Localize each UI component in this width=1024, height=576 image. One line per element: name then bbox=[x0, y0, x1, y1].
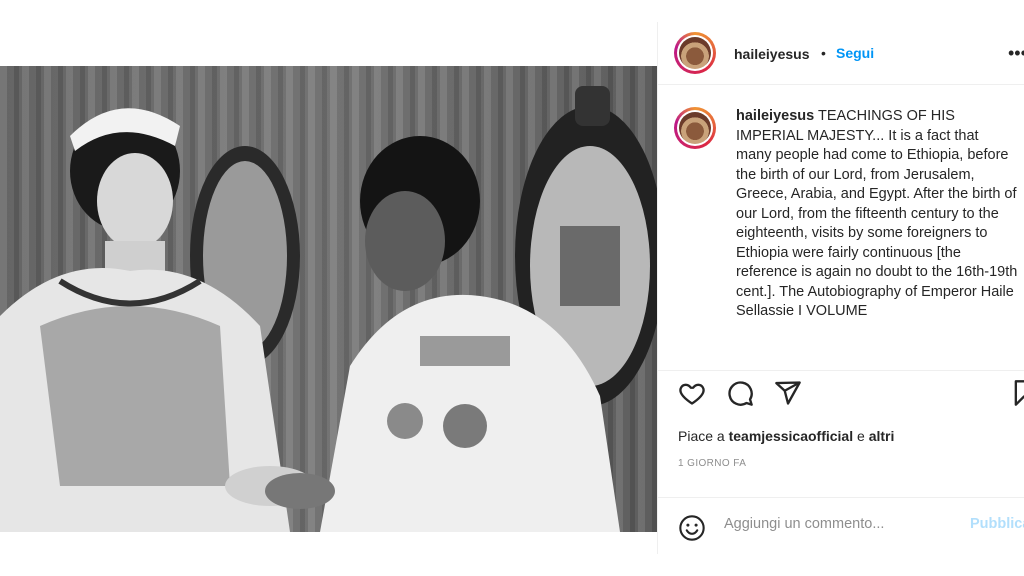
likes-others-link[interactable]: altri bbox=[869, 428, 895, 444]
likes-joiner: e bbox=[857, 428, 865, 444]
comment-icon[interactable] bbox=[726, 379, 754, 412]
post-sidebar: haileiyesus • Segui ••• haileiyesus TEAC… bbox=[657, 22, 1024, 554]
caption-username[interactable]: haileiyesus bbox=[736, 108, 814, 124]
caption: haileiyesus TEACHINGS OF HIS IMPERIAL MA… bbox=[736, 107, 1018, 322]
likes-user-link[interactable]: teamjessicaofficial bbox=[729, 428, 854, 444]
share-icon[interactable] bbox=[774, 379, 802, 412]
follow-button[interactable]: Segui bbox=[836, 45, 874, 61]
emoji-icon[interactable] bbox=[678, 514, 706, 547]
caption-area: haileiyesus TEACHINGS OF HIS IMPERIAL MA… bbox=[658, 85, 1024, 370]
likes-prefix: Piace a bbox=[678, 428, 725, 444]
comment-row: Pubblica bbox=[658, 497, 1024, 555]
publish-button[interactable]: Pubblica bbox=[970, 516, 1024, 532]
post-photo[interactable] bbox=[0, 66, 657, 532]
post-header: haileiyesus • Segui ••• bbox=[658, 22, 1024, 85]
more-icon[interactable]: ••• bbox=[1008, 44, 1024, 62]
caption-text: TEACHINGS OF HIS IMPERIAL MAJESTY... It … bbox=[736, 108, 1018, 319]
post-media bbox=[0, 22, 657, 554]
comment-input[interactable] bbox=[724, 516, 954, 532]
post-container: haileiyesus • Segui ••• haileiyesus TEAC… bbox=[0, 22, 1024, 554]
likes-line: Piace a teamjessicaofficial e altri bbox=[678, 428, 894, 444]
heart-icon[interactable] bbox=[678, 379, 706, 412]
bookmark-icon[interactable] bbox=[1010, 379, 1024, 412]
caption-avatar[interactable] bbox=[674, 107, 716, 149]
post-timestamp[interactable]: 1 GIORNO FA bbox=[678, 458, 746, 469]
avatar[interactable] bbox=[674, 32, 716, 74]
photo-image bbox=[0, 66, 657, 532]
separator-dot: • bbox=[821, 45, 826, 61]
header-username[interactable]: haileiyesus bbox=[734, 46, 810, 62]
actions-bar bbox=[658, 370, 1024, 431]
